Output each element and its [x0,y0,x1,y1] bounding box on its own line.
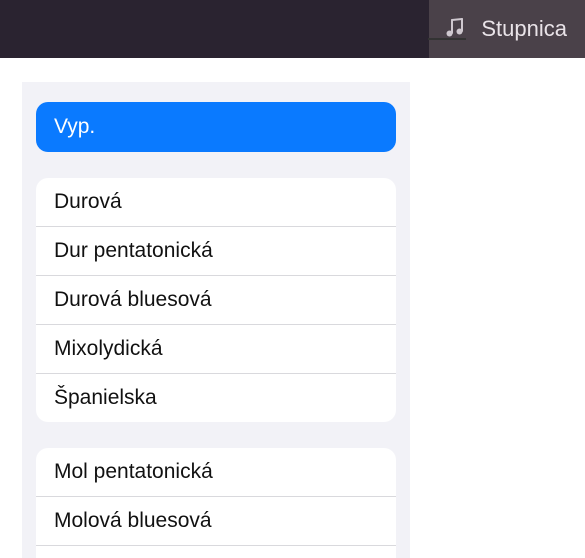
scale-item-label: Španielska [54,386,157,409]
scale-tab-label: Stupnica [481,16,567,42]
scale-panel: Vyp. Durová Dur pentatonická Durová blue… [22,82,410,558]
scale-item[interactable]: Durová [36,178,396,227]
callout-line [428,38,466,40]
scale-group-major: Durová Dur pentatonická Durová bluesová … [36,178,396,422]
scale-item[interactable]: Durová bluesová [36,276,396,325]
scale-item[interactable]: Molová bluesová [36,497,396,546]
scale-item[interactable]: Mol pentatonická [36,448,396,497]
scale-selected-label: Vyp. [54,115,95,138]
scale-item-label: Molová bluesová [54,509,212,532]
scale-item[interactable]: Japonská [36,546,396,558]
scale-item-label: Mixolydická [54,337,163,360]
scale-item[interactable]: Španielska [36,374,396,422]
scale-item-label: Durová bluesová [54,288,212,311]
scale-item[interactable]: Dur pentatonická [36,227,396,276]
scale-tab[interactable]: Stupnica [429,0,585,58]
scale-item-label: Durová [54,190,122,213]
scale-group-minor: Mol pentatonická Molová bluesová Japonsk… [36,448,396,558]
scale-selected-off[interactable]: Vyp. [36,102,396,152]
topbar: Stupnica [0,0,585,58]
scale-item-label: Mol pentatonická [54,460,213,483]
scale-item[interactable]: Mixolydická [36,325,396,374]
scale-item-label: Dur pentatonická [54,239,213,262]
